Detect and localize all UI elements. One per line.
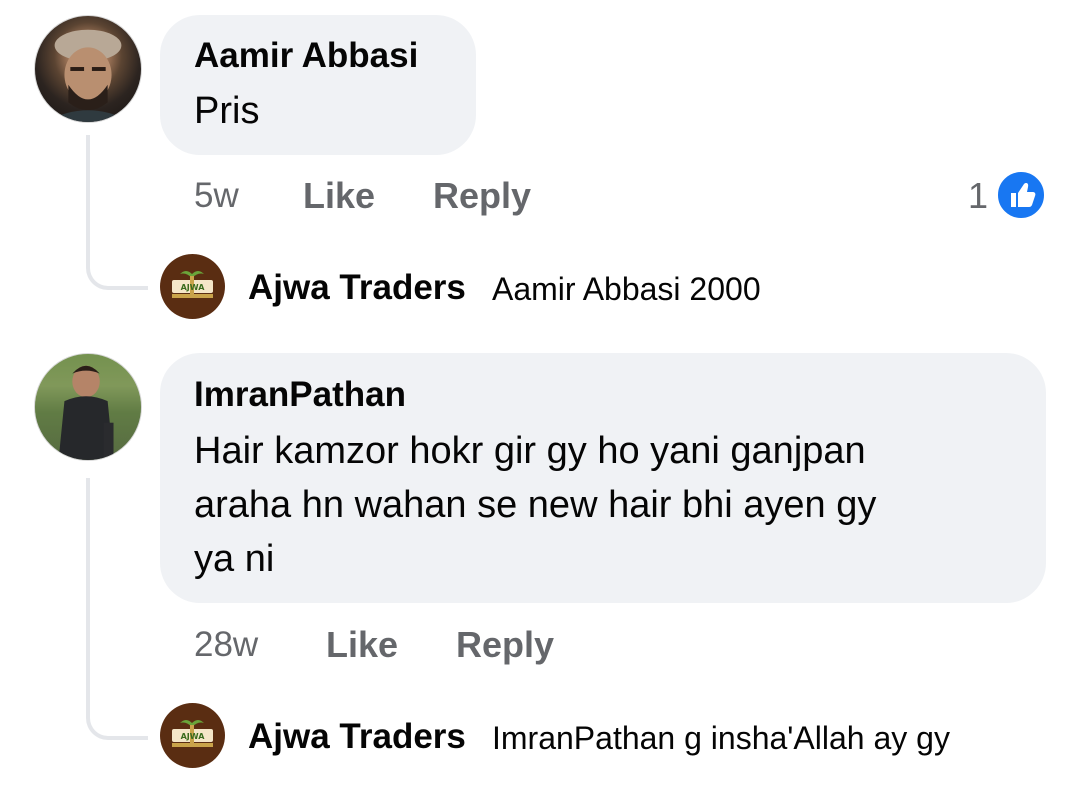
avatar[interactable] [34,15,142,123]
reaction-count[interactable]: 1 [968,175,988,217]
comment-author[interactable]: ImranPathan [194,375,406,415]
brand-avatar[interactable]: AJWA [160,254,225,319]
thread-connector [86,135,148,290]
brand-logo-text: AJWA [181,283,206,292]
profile-photo-icon [44,29,132,122]
like-button[interactable]: Like [303,175,375,217]
brand-logo-text: AJWA [181,732,206,741]
profile-photo-icon [35,354,141,460]
reply-button[interactable]: Reply [433,175,531,217]
reply-author[interactable]: Ajwa Traders [248,268,466,308]
brand-avatar[interactable]: AJWA [160,703,225,768]
palm-logo-icon: AJWA [172,271,213,298]
reply-author[interactable]: Ajwa Traders [248,717,466,757]
comment-text-line: Hair kamzor hokr gir gy ho yani ganjpan [194,430,866,472]
comment-text: Pris [194,90,260,132]
thumbs-up-icon[interactable] [995,169,1047,221]
comment-timestamp[interactable]: 28w [194,625,258,665]
comment-text-line: araha hn wahan se new hair bhi ayen gy [194,484,877,526]
reply-button[interactable]: Reply [456,624,554,666]
comment-timestamp[interactable]: 5w [194,176,239,216]
palm-logo-icon: AJWA [172,720,213,747]
comment-text-line: ya ni [194,538,275,580]
reply-text: Aamir Abbasi 2000 [492,271,761,307]
avatar[interactable] [34,353,142,461]
thread-connector [86,478,148,740]
reply-text: ImranPathan g insha'Allah ay gy [492,720,950,756]
comment-author[interactable]: Aamir Abbasi [194,36,418,76]
like-button[interactable]: Like [326,624,398,666]
